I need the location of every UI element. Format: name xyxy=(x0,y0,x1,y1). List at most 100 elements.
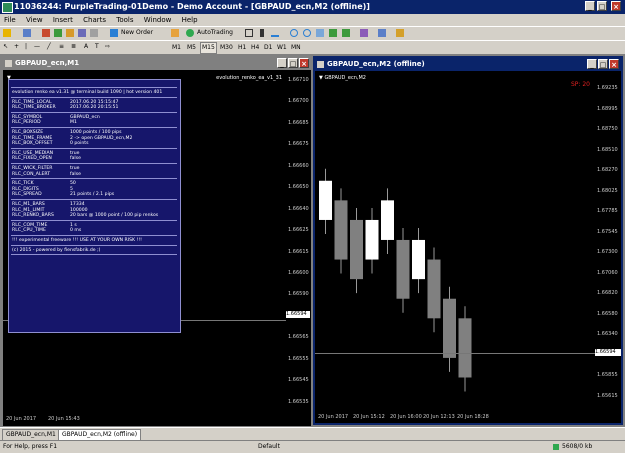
price-tick: 1.66555 xyxy=(288,355,309,362)
timeframe-m1[interactable]: M1 xyxy=(170,42,183,54)
renko-brick xyxy=(350,219,363,280)
price-tick: 1.66685 xyxy=(288,119,309,126)
chart-m1-minimize-button[interactable]: _ xyxy=(277,58,287,68)
timeframe-h4[interactable]: H4 xyxy=(249,42,262,54)
menu-tools[interactable]: Tools xyxy=(116,16,133,24)
panel-key: RLC_SPREAD xyxy=(12,192,42,198)
panel-row: RLC_SPREAD 21 points / 2.1 pips xyxy=(12,192,114,197)
tester-icon[interactable] xyxy=(90,28,98,38)
panel-value: 21 points / 2.1 pips xyxy=(70,192,115,198)
chart-m2-close-button[interactable]: × xyxy=(609,59,619,69)
arrow-icon[interactable]: ⇨ xyxy=(105,42,110,52)
timeframe-m5[interactable]: M5 xyxy=(185,42,198,54)
periods-icon[interactable] xyxy=(378,28,386,38)
current-price-tag: 1.66594 xyxy=(286,311,310,318)
menu-insert[interactable]: Insert xyxy=(53,16,73,24)
chart-window-m1-titlebar[interactable]: GBPAUD_ecn,M1 _ □ × xyxy=(3,57,311,70)
chart-m2-price-axis[interactable]: 1.69235 1.68995 1.68750 1.68510 1.68270 1.680… xyxy=(595,72,621,413)
panel-row: RLC_TIME_LOCAL 2017.06.20 15:15:47 xyxy=(12,100,118,105)
menu-window[interactable]: Window xyxy=(144,16,172,24)
menu-view[interactable]: View xyxy=(26,16,43,24)
chart-m1-time-axis[interactable]: 20 Jun 2017 20 Jun 15:43 xyxy=(3,414,286,426)
zoom-in-icon[interactable] xyxy=(290,28,298,38)
chart-m2-time-axis[interactable]: 20 Jun 2017 20 Jun 15:12 20 Jun 16:00 20… xyxy=(315,413,595,423)
panel-divider xyxy=(11,219,177,221)
panel-row: RLC_BOXSIZE 1000 points / 100 pips xyxy=(12,130,121,135)
channel-icon[interactable]: ≡ xyxy=(59,42,64,52)
menu-help[interactable]: Help xyxy=(182,16,198,24)
timeframe-d1[interactable]: D1 xyxy=(262,42,275,54)
panel-value: 2017.06.20 20:15:51 xyxy=(70,105,119,111)
indicators-icon[interactable] xyxy=(360,28,368,38)
status-bar: For Help, press F1 Default 5608/0 kb xyxy=(0,440,625,453)
panel-value: false xyxy=(70,156,81,162)
app-titlebar: 11036244: PurpleTrading-01Demo - Demo Ac… xyxy=(0,0,625,14)
new-order-button[interactable]: New Order xyxy=(121,28,153,38)
zoom-out-icon[interactable] xyxy=(303,28,311,38)
renko-brick xyxy=(458,318,472,378)
timeframe-m15[interactable]: M15 xyxy=(200,42,217,54)
maximize-button[interactable]: □ xyxy=(597,1,607,11)
panel-key: RLC_RENKO_BARS xyxy=(12,213,54,219)
chart-m1-close-button[interactable]: × xyxy=(299,58,309,68)
panel-row: RLC_CPU_TIME 0 ms xyxy=(12,228,81,233)
chart-window-m2[interactable]: GBPAUD_ecn,M2 (offline) _ □ × ▼ GBPAUD_e… xyxy=(313,56,623,425)
metaeditor-icon[interactable] xyxy=(171,28,179,38)
minimize-button[interactable]: _ xyxy=(585,1,595,11)
fibonacci-icon[interactable]: ≣ xyxy=(71,42,76,52)
renko-brick xyxy=(443,298,456,358)
chart-window-m1-title: GBPAUD_ecn,M1 xyxy=(15,59,80,67)
market-watch-icon[interactable] xyxy=(42,28,50,38)
text-label-icon[interactable]: T xyxy=(95,42,99,52)
templates-icon[interactable] xyxy=(396,28,404,38)
bar-chart-icon[interactable] xyxy=(245,28,253,38)
autoscroll-icon[interactable] xyxy=(329,28,337,38)
renko-chart xyxy=(319,168,472,392)
panel-key: RLC_BOX_OFFSET xyxy=(12,141,53,147)
timeframe-w1[interactable]: W1 xyxy=(275,42,289,54)
cursor-icon[interactable]: ↖ xyxy=(3,42,8,52)
new-chart-icon[interactable] xyxy=(3,28,11,38)
chart-m1-maximize-button[interactable]: □ xyxy=(288,58,298,68)
close-button[interactable]: × xyxy=(611,1,621,11)
menu-file[interactable]: File xyxy=(4,16,16,24)
chart-window-m2-titlebar[interactable]: GBPAUD_ecn,M2 (offline) _ □ × xyxy=(315,58,621,71)
profiles-icon[interactable] xyxy=(23,28,31,38)
panel-key: RLC_M1_BARS xyxy=(12,202,45,207)
panel-value: 0 ms xyxy=(70,228,82,234)
drawing-toolbar: ↖ + | — ╱ ≡ ≣ A T ⇨ M1 M5 M15 M30 H1 H4 … xyxy=(0,40,625,55)
tile-windows-icon[interactable] xyxy=(316,28,324,38)
vertical-line-icon[interactable]: | xyxy=(25,42,27,52)
autotrading-icon[interactable] xyxy=(186,28,194,38)
chart-shift-icon[interactable] xyxy=(342,28,350,38)
chart-m2-minimize-button[interactable]: _ xyxy=(587,59,597,69)
panel-key: RLC_M1_LIMIT xyxy=(12,207,45,213)
timeframe-mn[interactable]: MN xyxy=(289,42,303,54)
horizontal-line-icon[interactable]: — xyxy=(34,42,40,52)
time-tick: 20 Jun 12:13 xyxy=(423,414,455,420)
renko-brick xyxy=(319,180,332,220)
data-window-icon[interactable] xyxy=(54,28,62,38)
chart-m2-maximize-button[interactable]: □ xyxy=(598,59,608,69)
chart-m1-price-axis[interactable]: 1.66710 1.66700 1.66685 1.66675 1.66660 1.666… xyxy=(286,71,311,414)
chart-window-m1[interactable]: GBPAUD_ecn,M1 _ □ × ▼ evolution_renko_ea… xyxy=(2,56,312,427)
crosshair-icon[interactable]: + xyxy=(14,42,19,52)
chart-m2-plot-area[interactable]: ▼ GBPAUD_ecn,M2 SP: 20 xyxy=(315,72,595,413)
candlestick-icon[interactable] xyxy=(258,28,264,38)
navigator-icon[interactable] xyxy=(66,28,74,38)
renko-brick xyxy=(427,259,441,319)
text-icon[interactable]: A xyxy=(84,42,88,52)
new-order-icon[interactable] xyxy=(110,28,118,38)
timeframe-h1[interactable]: H1 xyxy=(236,42,249,54)
panel-key: RLC_TICK xyxy=(12,181,34,187)
panel-divider xyxy=(11,87,177,88)
panel-value: 0 points xyxy=(70,141,89,147)
panel-row: RLC_CON_ALERT false xyxy=(12,172,81,177)
panel-row: RLC_M1_BARS 17334 xyxy=(12,202,85,207)
trendline-icon[interactable]: ╱ xyxy=(47,42,51,52)
line-chart-icon[interactable] xyxy=(271,28,279,38)
autotrading-button[interactable]: AutoTrading xyxy=(197,28,233,38)
menu-charts[interactable]: Charts xyxy=(83,16,106,24)
timeframe-m30[interactable]: M30 xyxy=(218,42,235,54)
terminal-icon[interactable] xyxy=(78,28,86,38)
